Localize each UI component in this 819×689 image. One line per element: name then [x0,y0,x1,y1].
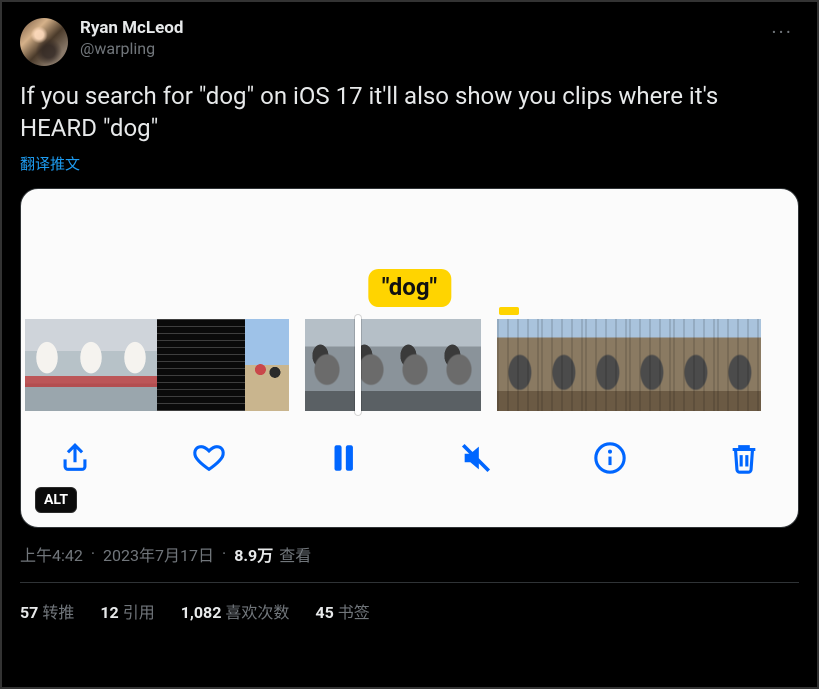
bookmarks-stat[interactable]: 45书签 [315,599,369,623]
tweet-time[interactable]: 上午4:42 [20,542,83,566]
delete-button[interactable] [724,438,764,478]
tweet-date[interactable]: 2023年7月17日 [103,542,214,566]
retweets-stat[interactable]: 57转推 [20,599,74,623]
engagement-stats: 57转推 12引用 1,082喜欢次数 45书签 [20,583,799,623]
views-count[interactable]: 8.9万 [234,542,273,566]
clip-thumbnail-group [305,319,481,411]
display-name[interactable]: Ryan McLeod [80,18,183,39]
caption-highlight: "dog" [368,269,451,307]
pause-button[interactable] [323,438,363,478]
media-attachment[interactable]: "dog" [20,188,799,528]
mute-button[interactable] [456,438,496,478]
clip-thumbnail-group [497,319,761,411]
views-label: 查看 [279,542,311,566]
avatar[interactable] [20,18,68,66]
info-button[interactable] [590,438,630,478]
pause-icon [326,441,360,475]
user-handle[interactable]: @warpling [80,39,183,59]
share-button[interactable] [55,438,95,478]
media-toolbar [21,433,798,483]
more-options-button[interactable]: ··· [765,16,799,48]
tweet-meta: 上午4:42 · 2023年7月17日 · 8.9万 查看 [20,542,799,566]
speaker-muted-icon [459,441,493,475]
clip-thumbnail-group [25,319,289,411]
playhead[interactable] [355,315,361,415]
trash-icon [727,441,761,475]
share-icon [58,441,92,475]
video-scrubber[interactable] [21,319,798,411]
tweet-container: { "author": { "display_name": "Ryan McLe… [0,0,819,689]
heart-icon [192,441,226,475]
tweet-header: Ryan McLeod @warpling ··· [20,18,799,66]
caption-tick [499,307,519,315]
like-button[interactable] [189,438,229,478]
alt-badge[interactable]: ALT [35,487,77,513]
translate-link[interactable]: 翻译推文 [20,153,799,174]
likes-stat[interactable]: 1,082喜欢次数 [181,599,290,623]
info-icon [593,441,627,475]
tweet-text: If you search for "dog" on iOS 17 it'll … [20,80,799,145]
quotes-stat[interactable]: 12引用 [100,599,154,623]
